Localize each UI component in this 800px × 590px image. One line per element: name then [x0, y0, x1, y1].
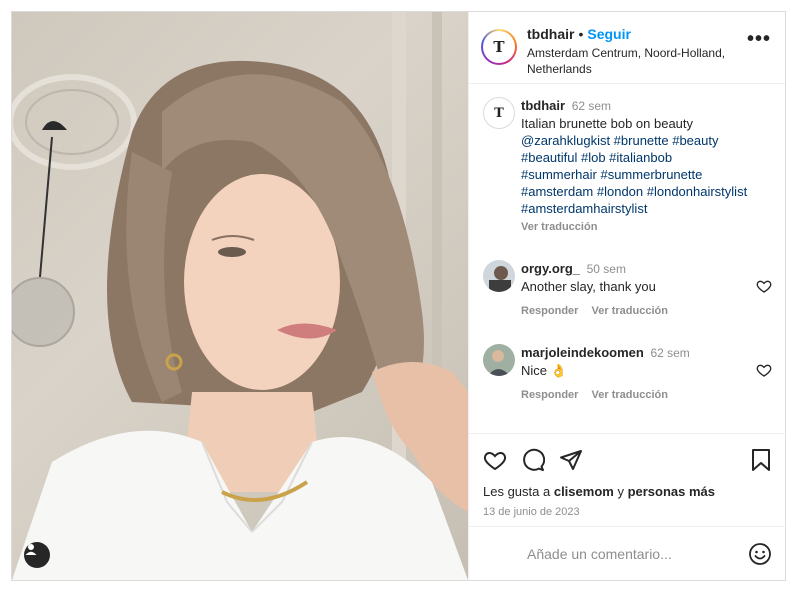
- comment-bar: [469, 526, 786, 580]
- post-dialog: T tbdhair • Seguir Amsterdam Centrum, No…: [11, 11, 786, 581]
- comment-like-icon[interactable]: [756, 278, 772, 294]
- follow-button[interactable]: Seguir: [587, 26, 631, 42]
- comment-time[interactable]: 50 sem: [587, 262, 626, 276]
- caption-text: Italian brunette bob on beauty: [521, 116, 694, 131]
- comment-username[interactable]: orgy.org_: [521, 261, 580, 276]
- reply-button[interactable]: Responder: [521, 389, 578, 401]
- caption-username[interactable]: tbdhair: [521, 98, 565, 113]
- comment-translate-link[interactable]: Ver traducción: [592, 305, 668, 317]
- caption: T tbdhair 62 sem Italian brunette bob on…: [483, 97, 772, 236]
- save-button[interactable]: [750, 448, 772, 472]
- user-tag-icon: [25, 544, 37, 555]
- comment-avatar[interactable]: [483, 344, 515, 376]
- avatar-logo: T: [493, 37, 505, 56]
- emoji-button[interactable]: [748, 542, 772, 566]
- reply-button[interactable]: Responder: [521, 305, 578, 317]
- like-button[interactable]: [483, 448, 507, 472]
- post-photo[interactable]: [12, 12, 468, 580]
- location-link[interactable]: Amsterdam Centrum, Noord-Holland, Nether…: [527, 45, 727, 77]
- comment-username[interactable]: marjoleindekoomen: [521, 345, 644, 360]
- portrait-image: [12, 12, 468, 580]
- others-count[interactable]: personas más: [628, 484, 715, 499]
- share-button[interactable]: [559, 448, 583, 472]
- comment-button[interactable]: [521, 448, 545, 472]
- comment-like-icon[interactable]: [756, 362, 772, 378]
- post-side-panel: T tbdhair • Seguir Amsterdam Centrum, No…: [468, 12, 786, 580]
- caption-time[interactable]: 62 sem: [572, 99, 611, 113]
- comment-translate-link[interactable]: Ver traducción: [592, 389, 668, 401]
- comment-text: Another slay, thank you: [521, 279, 656, 294]
- comment-item: marjoleindekoomen 62 sem Nice 👌 Responde…: [483, 344, 772, 404]
- liked-by-user[interactable]: clisemom: [554, 484, 614, 499]
- comment-avatar[interactable]: [483, 260, 515, 292]
- post-actions: Les gusta a clisemom y personas más 13 d…: [469, 433, 786, 518]
- caption-avatar[interactable]: T: [483, 97, 515, 129]
- separator-dot: •: [578, 26, 584, 42]
- emoji-icon: [749, 542, 771, 565]
- comment-icon: [523, 448, 545, 471]
- caption-hashtags[interactable]: @zarahklugkist #brunette #beauty #beauti…: [521, 133, 747, 216]
- comment-text: Nice 👌: [521, 363, 567, 378]
- more-options-icon[interactable]: •••: [747, 28, 771, 51]
- avatar[interactable]: T: [481, 29, 517, 65]
- comment-time[interactable]: 62 sem: [650, 346, 689, 360]
- username-link[interactable]: tbdhair: [527, 26, 574, 42]
- comments-section: T tbdhair 62 sem Italian brunette bob on…: [469, 85, 786, 433]
- post-date[interactable]: 13 de junio de 2023: [483, 506, 772, 518]
- comment-input[interactable]: [527, 545, 748, 562]
- caption-translate-link[interactable]: Ver traducción: [521, 221, 597, 233]
- likes-summary[interactable]: Les gusta a clisemom y personas más: [483, 484, 772, 499]
- post-header: T tbdhair • Seguir Amsterdam Centrum, No…: [469, 12, 785, 84]
- bookmark-icon: [752, 449, 770, 471]
- heart-icon: [483, 451, 507, 471]
- share-icon: [560, 450, 582, 470]
- comment-item: orgy.org_ 50 sem Another slay, thank you…: [483, 260, 772, 320]
- user-tag-button[interactable]: [24, 542, 50, 568]
